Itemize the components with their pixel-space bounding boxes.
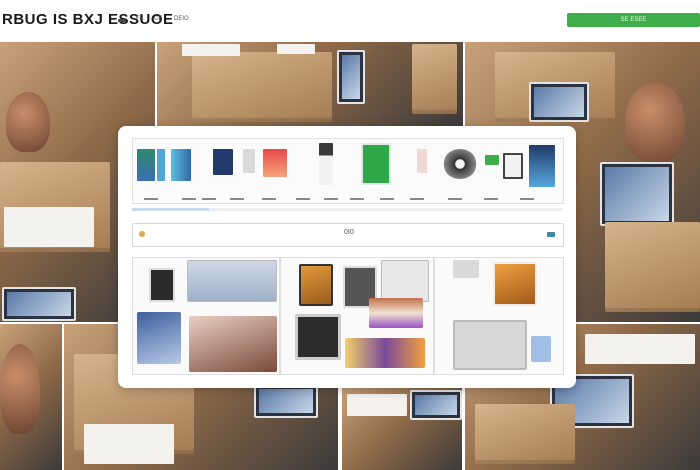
thumb-caption-9	[380, 198, 394, 200]
photo-tile-6	[342, 388, 462, 470]
thumb-caption-4	[230, 198, 244, 200]
result-image-device	[295, 314, 341, 360]
result-image-book	[299, 264, 333, 306]
carousel-progress-fill	[132, 208, 210, 211]
thumb-caption-3	[202, 198, 216, 200]
thumb-caption-8	[350, 198, 364, 200]
thumbnail-8[interactable]	[361, 143, 391, 185]
brand-logo[interactable]: RBUG IS BXJ ESSUOE	[2, 11, 174, 28]
search-icon[interactable]	[139, 231, 145, 237]
thumbnail-4[interactable]	[213, 149, 233, 175]
result-panel-3[interactable]	[434, 257, 564, 375]
thumbnail-3[interactable]	[171, 149, 191, 181]
thumb-caption-11	[448, 198, 462, 200]
thumbnail-12[interactable]	[503, 153, 523, 179]
nav-link-3[interactable]: DEIO	[174, 16, 189, 22]
thumbnail-5[interactable]	[243, 149, 255, 173]
filter-icon[interactable]	[547, 232, 555, 237]
thumbnail-13[interactable]	[529, 145, 555, 187]
result-image-tablet-orange	[493, 262, 537, 306]
thumbnail-11[interactable]	[485, 155, 499, 165]
thumbnail-strip[interactable]	[132, 138, 564, 204]
thumb-caption-7	[324, 198, 338, 200]
thumb-caption-10	[410, 198, 424, 200]
search-value: 0I0	[344, 229, 354, 236]
photo-tile-2	[157, 42, 463, 126]
nav-link-2[interactable]: CE	[154, 16, 162, 22]
thumbnail-2[interactable]	[157, 149, 165, 181]
result-image-person	[189, 316, 277, 372]
result-panel-1[interactable]	[132, 257, 280, 375]
result-image-laptop	[187, 260, 277, 302]
top-navigation-bar: RBUG IS BXJ ESSUOE FE CE DEIO SE ESEE	[0, 0, 700, 43]
thumbnail-1[interactable]	[137, 149, 155, 181]
thumbnail-9[interactable]	[417, 149, 427, 173]
thumb-caption-13	[520, 198, 534, 200]
product-preview-card: 0I0	[118, 126, 576, 388]
menu-icon[interactable]	[118, 19, 126, 22]
carousel-progress-bar[interactable]	[132, 208, 562, 211]
result-image-tablet	[149, 268, 175, 302]
thumb-caption-12	[484, 198, 498, 200]
thumbnail-7[interactable]	[319, 143, 333, 185]
result-image-stack	[369, 298, 423, 328]
signup-button[interactable]: SE ESEE	[567, 13, 700, 27]
nav-link-1[interactable]: FE	[136, 16, 144, 22]
thumb-caption-6	[296, 198, 310, 200]
result-panel-2[interactable]	[280, 257, 434, 375]
thumb-caption-1	[144, 198, 158, 200]
result-image-cable	[453, 260, 479, 278]
photo-tile-4	[0, 324, 62, 470]
thumbnail-10[interactable]	[443, 149, 477, 179]
thumbnail-6[interactable]	[263, 149, 287, 177]
result-image-books	[345, 338, 425, 368]
search-input[interactable]: 0I0	[132, 223, 564, 247]
result-image-phone	[531, 336, 551, 362]
result-image-display	[453, 320, 527, 370]
result-image-screen	[137, 312, 181, 364]
thumb-caption-2	[182, 198, 196, 200]
thumb-caption-5	[262, 198, 276, 200]
result-image-box	[381, 260, 429, 302]
